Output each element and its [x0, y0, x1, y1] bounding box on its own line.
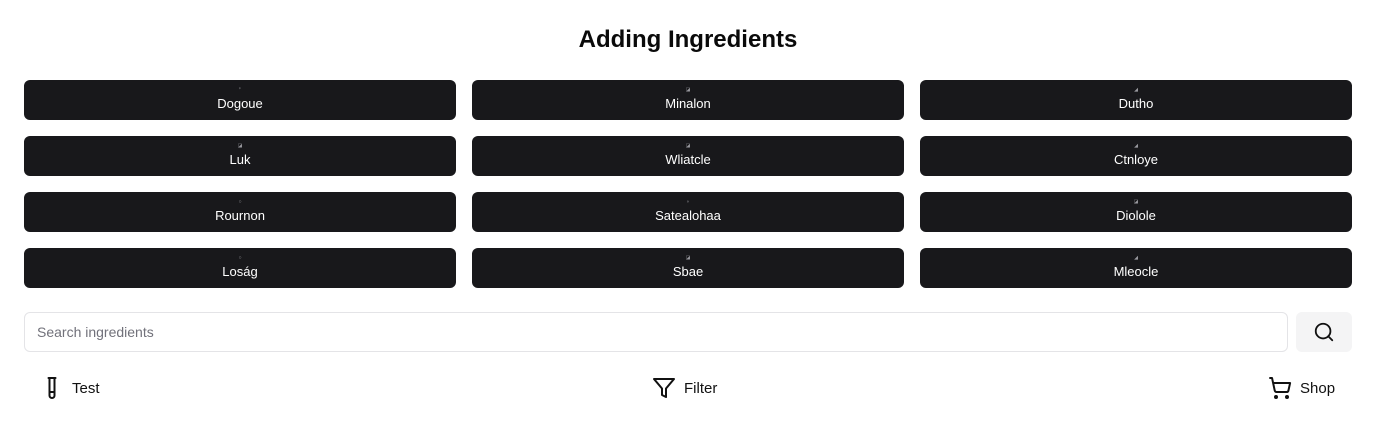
ingredient-label: Ctnloye	[1113, 152, 1159, 167]
ingredient-grid: ❜ Dogoue ◪ Minalon ◢ Dutho ◪ Luk ◪ Wliat…	[24, 80, 1352, 288]
ingredient-label: Dogoue	[217, 96, 263, 111]
ingredient-thumbnail: ◪	[685, 143, 691, 149]
ingredient-button[interactable]: ◪ Sbae	[472, 248, 904, 288]
ingredient-label: Sbae	[672, 264, 704, 279]
page: Adding Ingredients ❜ Dogoue ◪ Minalon ◢ …	[0, 0, 1376, 432]
ingredient-label: Diolole	[1116, 208, 1156, 223]
ingredient-label: Rournon	[215, 208, 265, 223]
ingredient-label: Loság	[222, 264, 258, 279]
ingredient-button[interactable]: ◪ Diolole	[920, 192, 1352, 232]
ingredient-button[interactable]: ◢ Mleocle	[920, 248, 1352, 288]
ingredient-thumbnail: ❜	[239, 87, 241, 93]
ingredient-label: Mleocle	[1113, 264, 1159, 279]
ingredient-thumbnail: ◢	[1134, 255, 1138, 261]
ingredient-thumbnail: ∘	[686, 199, 690, 205]
nav-shop[interactable]: Shop	[1268, 372, 1335, 404]
filter-icon	[653, 378, 675, 398]
ingredient-label: Luk	[229, 152, 251, 167]
page-title: Adding Ingredients	[578, 26, 798, 53]
ingredient-thumbnail: ◢	[1134, 87, 1138, 93]
ingredient-button[interactable]: ◪ Luk	[24, 136, 456, 176]
ingredient-button[interactable]: ○ Loság	[24, 248, 456, 288]
test-tube-icon	[47, 377, 57, 399]
ingredient-button[interactable]: ❜ Dogoue	[24, 80, 456, 120]
ingredient-thumbnail: ○	[238, 255, 242, 261]
search-bar	[24, 312, 1352, 352]
ingredient-label: Dutho	[1118, 96, 1154, 111]
ingredient-button[interactable]: ◪ Wliatcle	[472, 136, 904, 176]
nav-shop-label: Shop	[1300, 379, 1336, 397]
ingredient-thumbnail: ◪	[1133, 199, 1139, 205]
bottom-nav: Test Filter Shop	[0, 372, 1376, 404]
ingredient-label: Satealohaa	[655, 208, 721, 223]
ingredient-thumbnail: ◪	[685, 255, 691, 261]
ingredient-button[interactable]: ◪ Minalon	[472, 80, 904, 120]
ingredient-button[interactable]: ○ Rournon	[24, 192, 456, 232]
shopping-cart-icon	[1269, 377, 1292, 399]
ingredient-label: Minalon	[665, 96, 711, 111]
search-button[interactable]	[1296, 312, 1352, 352]
ingredient-button[interactable]: ∘ Satealohaa	[472, 192, 904, 232]
ingredient-thumbnail: ○	[238, 199, 242, 205]
ingredient-thumbnail: ◪	[685, 87, 691, 93]
ingredient-label: Wliatcle	[665, 152, 711, 167]
ingredient-button[interactable]: ◢ Dutho	[920, 80, 1352, 120]
search-icon	[1314, 322, 1334, 342]
nav-test[interactable]: Test	[40, 372, 100, 404]
nav-filter-label: Filter	[684, 379, 718, 397]
ingredient-thumbnail: ◪	[237, 143, 243, 149]
ingredient-thumbnail: ◢	[1134, 143, 1138, 149]
nav-filter[interactable]: Filter	[652, 372, 717, 404]
nav-test-label: Test	[72, 379, 100, 397]
ingredient-button[interactable]: ◢ Ctnloye	[920, 136, 1352, 176]
search-input[interactable]	[24, 312, 1288, 352]
